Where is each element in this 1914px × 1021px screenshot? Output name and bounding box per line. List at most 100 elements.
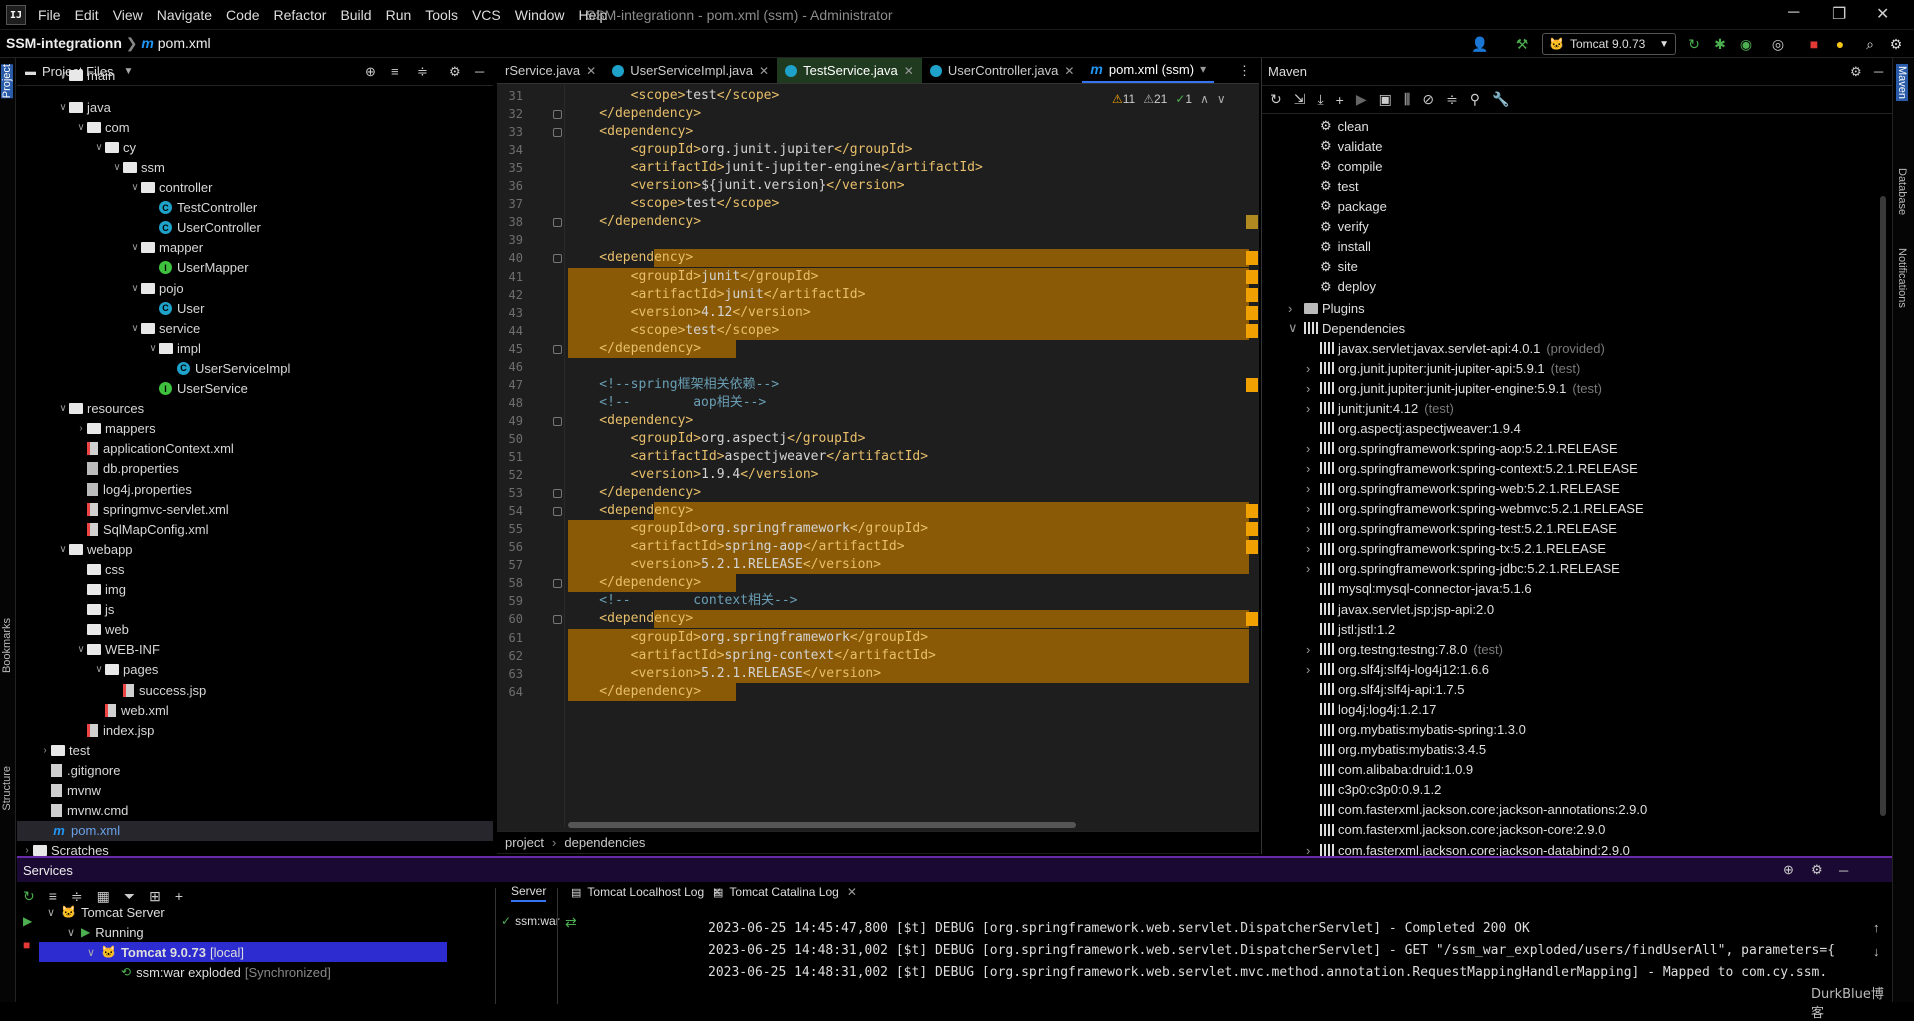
log-line[interactable]: 2023-06-25 14:45:47,800 [$t] DEBUG [org.…: [708, 918, 1844, 940]
change-marker[interactable]: [1246, 540, 1258, 555]
tree-item-web-inf[interactable]: ∨ WEB-INF: [17, 640, 493, 660]
chevron-right-icon[interactable]: ›: [1306, 361, 1320, 376]
chevron-down-icon[interactable]: ∨: [129, 182, 141, 193]
add-icon[interactable]: +: [1336, 92, 1344, 108]
change-marker[interactable]: [1246, 269, 1258, 284]
menu-vcs[interactable]: VCS: [472, 7, 501, 23]
offline-icon[interactable]: ⫼: [1404, 91, 1410, 108]
change-marker[interactable]: [1246, 305, 1258, 320]
tree-item-css[interactable]: css: [17, 559, 493, 579]
maven-dependency-item[interactable]: › org.springframework:spring-tx:5.2.1.REL…: [1306, 539, 1606, 559]
stop-icon[interactable]: ■: [1804, 34, 1824, 54]
maven-dependency-item[interactable]: log4j:log4j:1.2.17: [1306, 699, 1436, 719]
diagram-icon[interactable]: ⚲: [1470, 91, 1480, 108]
chevron-right-icon[interactable]: ›: [1306, 662, 1320, 677]
tree-item-applicationcontext-xml[interactable]: applicationContext.xml: [17, 439, 493, 459]
tab-userserviceimpl-java[interactable]: UserServiceImpl.java ✕: [604, 58, 777, 83]
code-line[interactable]: </dependency>: [568, 338, 701, 360]
tree-item-sqlmapconfig-xml[interactable]: SqlMapConfig.xml: [17, 519, 493, 539]
maven-dependency-item[interactable]: › org.springframework:spring-aop:5.2.1.RE…: [1306, 438, 1618, 458]
tree-item-pom-xml[interactable]: m pom.xml: [17, 820, 493, 841]
maven-dependency-item[interactable]: › org.springframework:spring-web:5.2.1.RE…: [1306, 479, 1620, 499]
services-tab-tomcat-catalina-log[interactable]: ▤ Tomcat Catalina Log ✕: [713, 882, 857, 902]
chevron-right-icon[interactable]: ›: [1288, 301, 1304, 316]
service-running[interactable]: ∨ ▶ Running: [67, 922, 144, 942]
close-tab-icon[interactable]: ✕: [586, 64, 596, 78]
tree-item-cy[interactable]: ∨ cy: [17, 137, 493, 157]
tree-item-pages[interactable]: ∨ pages: [17, 660, 493, 680]
tab-testservice-java[interactable]: TestService.java ✕: [777, 58, 922, 83]
profiler-icon[interactable]: ◎: [1768, 34, 1788, 54]
fold-marker-icon[interactable]: [553, 507, 562, 517]
tree-item-service[interactable]: ∨ service: [17, 318, 493, 338]
lifecycle-install[interactable]: ⚙ install: [1320, 237, 1371, 257]
gear-icon[interactable]: ⚙: [1850, 64, 1862, 80]
close-tab-icon[interactable]: ✕: [759, 64, 769, 78]
log-line[interactable]: 2023-06-25 14:48:31,002 [$t] DEBUG [org.…: [708, 962, 1844, 984]
tree-item-log4j-properties[interactable]: log4j.properties: [17, 479, 493, 499]
maven-dependency-item[interactable]: org.slf4j:slf4j-api:1.7.5: [1306, 679, 1464, 699]
deployment-item[interactable]: ✓ ssm:war: [501, 914, 560, 928]
service-tomcat-server[interactable]: ∨ 🐱 Tomcat Server: [47, 902, 165, 922]
code-line[interactable]: </dependency>: [568, 681, 701, 703]
maven-tool-button[interactable]: Maven: [1896, 64, 1908, 102]
tree-item-webapp[interactable]: ∨ webapp: [17, 539, 493, 559]
chevron-right-icon[interactable]: ›: [1306, 561, 1320, 576]
fold-marker-icon[interactable]: [553, 615, 562, 625]
hide-icon[interactable]: ─: [1874, 64, 1883, 79]
fold-marker-icon[interactable]: [553, 218, 562, 228]
tree-item-web-xml[interactable]: web.xml: [17, 700, 493, 720]
service-tomcat-instance[interactable]: ∨ 🐱 Tomcat 9.0.73 [local]: [39, 942, 447, 962]
database-tool-button[interactable]: Database: [1896, 168, 1908, 215]
tree-item-userserviceimpl[interactable]: C UserServiceImpl: [17, 358, 493, 378]
skip-tests-icon[interactable]: ⊘: [1422, 91, 1434, 108]
lifecycle-test[interactable]: ⚙ test: [1320, 176, 1359, 196]
fold-marker-icon[interactable]: [553, 344, 562, 354]
toggle-icon[interactable]: ▣: [1379, 91, 1392, 108]
tree-item-db-properties[interactable]: db.properties: [17, 459, 493, 479]
run-icon[interactable]: ▶: [23, 914, 32, 928]
chevron-down-icon[interactable]: ∨: [67, 926, 81, 939]
chevron-down-icon[interactable]: ▾: [1200, 62, 1206, 76]
menu-navigate[interactable]: Navigate: [157, 7, 212, 23]
menu-window[interactable]: Window: [515, 7, 565, 23]
tree-item-mvnw[interactable]: mvnw: [17, 781, 493, 801]
chevron-down-icon[interactable]: ∨: [47, 906, 61, 919]
maven-dependency-item[interactable]: › org.junit.jupiter:junit-jupiter-engine:…: [1306, 378, 1602, 398]
lifecycle-compile[interactable]: ⚙ compile: [1320, 156, 1382, 176]
menu-refactor[interactable]: Refactor: [274, 7, 327, 23]
close-tab-icon[interactable]: ✕: [847, 885, 857, 899]
horizontal-scrollbar[interactable]: [568, 822, 1076, 828]
maven-dependency-item[interactable]: › junit:junit:4.12 (test): [1306, 398, 1454, 418]
hide-icon[interactable]: ─: [1839, 863, 1848, 878]
services-tab-server[interactable]: Server: [511, 882, 547, 902]
chevron-down-icon[interactable]: ∨: [57, 70, 69, 81]
close-icon[interactable]: ✕: [1876, 4, 1889, 24]
maven-dependency-item[interactable]: javax.servlet:javax.servlet-api:4.0.1 (pr…: [1306, 338, 1605, 358]
tree-item-java[interactable]: ∨ java: [17, 97, 493, 117]
breadcrumb-project[interactable]: SSM-integrationn: [6, 35, 122, 51]
maven-dependency-item[interactable]: › org.springframework:spring-test:5.2.1.R…: [1306, 519, 1617, 539]
tab-usercontroller-java[interactable]: UserController.java ✕: [922, 58, 1083, 83]
deploy-icon[interactable]: ⇄: [565, 914, 577, 931]
tab-pom-xml-ssm[interactable]: m pom.xml (ssm) ▾: [1082, 58, 1215, 83]
maven-dependency-item[interactable]: org.mybatis:mybatis:3.4.5: [1306, 740, 1486, 760]
maven-dependencies[interactable]: ∨ Dependencies: [1288, 318, 1405, 338]
stop-icon[interactable]: ■: [23, 938, 30, 952]
menu-file[interactable]: File: [38, 7, 61, 23]
inspection-widget[interactable]: ⚠11 ⚠21 ✓1 ∧ ∨: [1112, 92, 1226, 106]
lifecycle-site[interactable]: ⚙ site: [1320, 257, 1358, 277]
fold-marker-icon[interactable]: [553, 489, 562, 499]
change-marker[interactable]: [1246, 504, 1258, 519]
gear-icon[interactable]: ⚙: [1811, 862, 1823, 878]
chevron-down-icon[interactable]: ∨: [129, 323, 141, 334]
coverage-icon[interactable]: ◉: [1736, 34, 1756, 54]
chevron-down-icon[interactable]: ∨: [75, 122, 87, 133]
collapse-icon[interactable]: ≑: [1446, 91, 1458, 108]
maven-dependency-item[interactable]: jstl:jstl:1.2: [1306, 619, 1395, 639]
restore-icon[interactable]: ❐: [1832, 4, 1846, 24]
maven-scrollbar[interactable]: [1880, 196, 1886, 816]
breadcrumb-dependencies-tag[interactable]: dependencies: [564, 835, 645, 850]
run-configuration-select[interactable]: 🐱 Tomcat 9.0.73 ▼: [1542, 33, 1676, 55]
tree-item-impl[interactable]: ∨ impl: [17, 338, 493, 358]
